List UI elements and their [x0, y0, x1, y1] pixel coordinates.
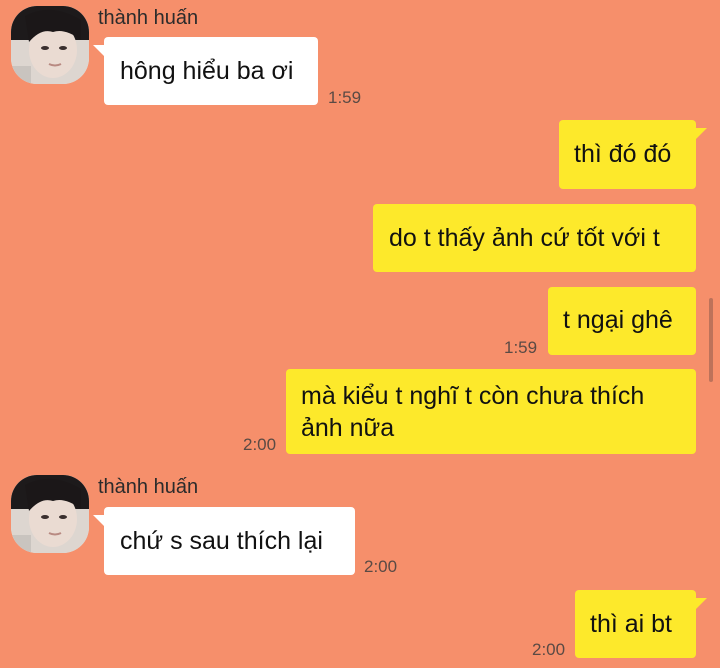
- message-text: thì ai bt: [590, 610, 672, 638]
- avatar-photo-icon: [11, 475, 89, 553]
- message-timestamp: 2:00: [364, 557, 398, 576]
- avatar-photo-icon: [11, 6, 89, 84]
- message-bubble-outgoing[interactable]: do t thấy ảnh cứ tốt với t: [373, 204, 696, 272]
- message-text-line-2: ảnh nữa: [301, 414, 395, 442]
- message-bubble-outgoing[interactable]: mà kiểu t nghĩ t còn chưa thích ảnh nữa: [286, 369, 696, 454]
- message-bubble-outgoing[interactable]: t ngại ghê: [548, 287, 696, 355]
- sender-name: thành huấn: [98, 7, 199, 29]
- sender-name: thành huấn: [98, 476, 199, 498]
- scrollbar[interactable]: [709, 298, 713, 382]
- message-bubble-outgoing[interactable]: thì ai bt: [575, 590, 707, 658]
- message-bubble-incoming[interactable]: chứ s sau thích lại: [93, 507, 355, 575]
- message-bubble-outgoing[interactable]: thì đó đó: [559, 120, 707, 189]
- message-text-line-1: mà kiểu t nghĩ t còn chưa thích: [301, 382, 645, 410]
- message-timestamp: 1:59: [328, 88, 362, 107]
- message-bubble-incoming[interactable]: hông hiểu ba ơi: [93, 37, 318, 105]
- contact-avatar[interactable]: [11, 475, 89, 553]
- message-text: thì đó đó: [574, 140, 672, 168]
- contact-avatar[interactable]: [11, 6, 89, 84]
- message-text: do t thấy ảnh cứ tốt với t: [389, 224, 660, 252]
- message-timestamp: 2:00: [243, 435, 277, 454]
- message-text: hông hiểu ba ơi: [120, 57, 294, 85]
- message-timestamp: 2:00: [532, 640, 566, 659]
- message-timestamp: 1:59: [504, 338, 538, 357]
- message-text: chứ s sau thích lại: [120, 527, 323, 555]
- message-text: t ngại ghê: [563, 306, 673, 334]
